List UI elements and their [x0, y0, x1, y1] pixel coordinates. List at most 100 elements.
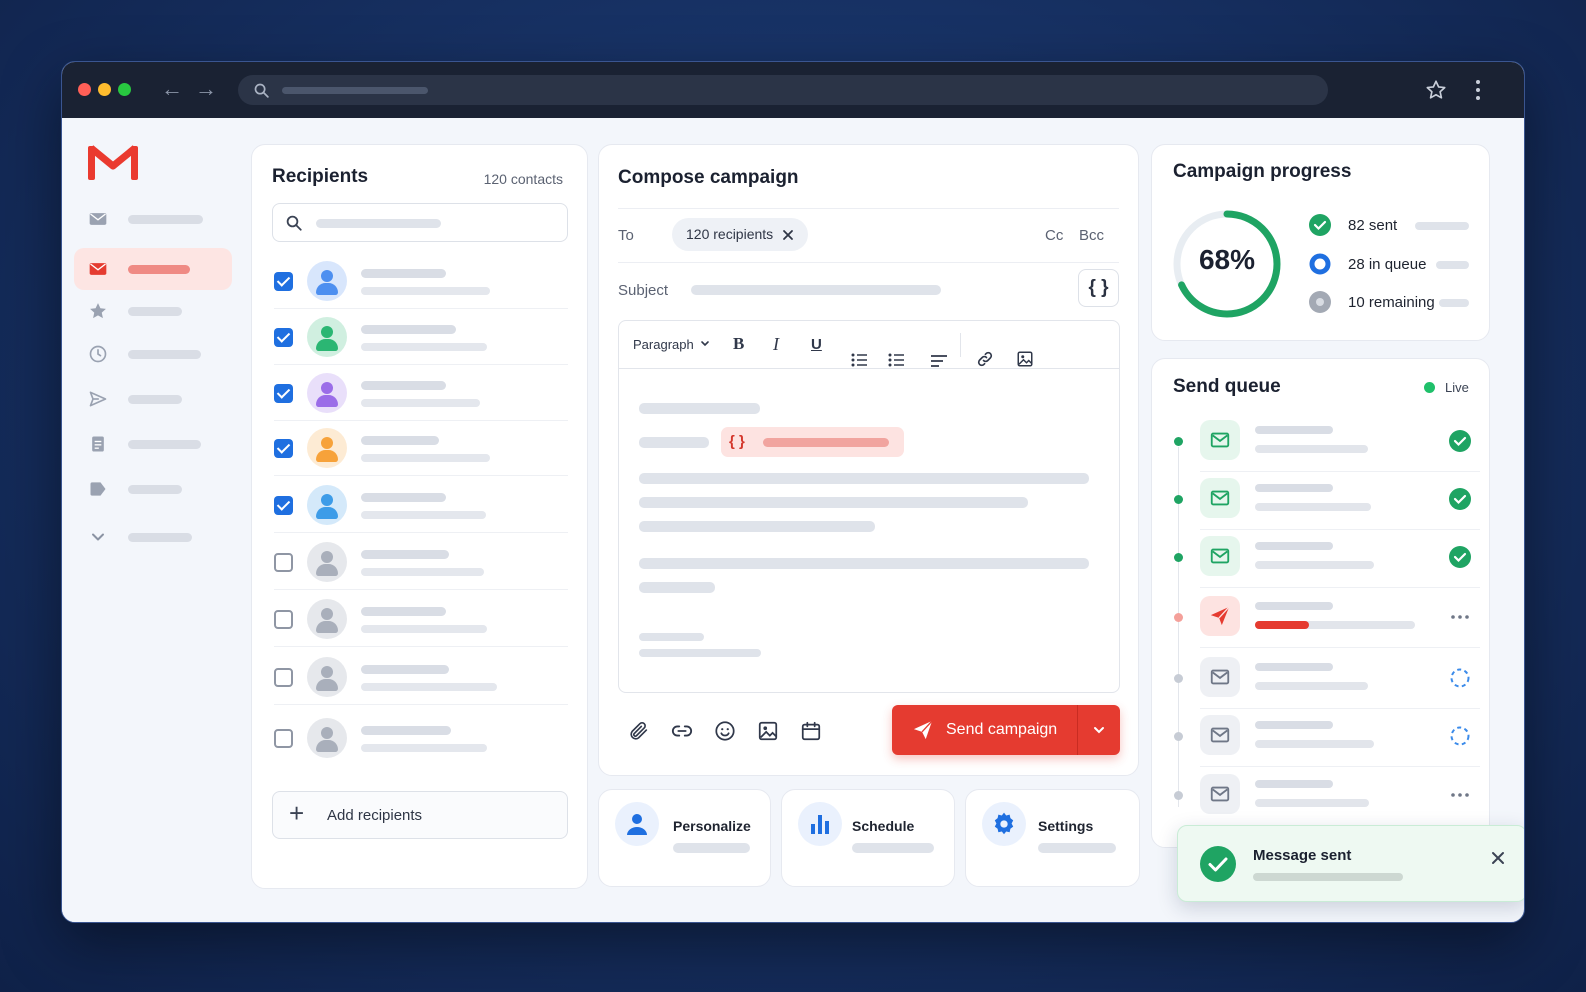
- recipient-checkbox[interactable]: [274, 729, 293, 748]
- paragraph-dropdown[interactable]: Paragraph: [633, 321, 710, 367]
- settings-card[interactable]: Settings: [965, 789, 1140, 887]
- address-bar[interactable]: [238, 75, 1328, 105]
- more-horizontal-icon: [1449, 606, 1471, 628]
- insert-variable-button[interactable]: { }: [1078, 269, 1119, 307]
- maximize-window-button[interactable]: [118, 83, 131, 96]
- recipient-checkbox[interactable]: [274, 328, 293, 347]
- sidebar-item-drafts[interactable]: [74, 423, 232, 465]
- link-icon[interactable]: [671, 720, 693, 742]
- recipient-name: [361, 665, 449, 674]
- back-arrow-icon[interactable]: ←: [161, 78, 183, 100]
- recipient-row[interactable]: [252, 259, 587, 309]
- recipient-row[interactable]: [252, 371, 587, 421]
- recipient-row[interactable]: [252, 716, 587, 760]
- calendar-icon[interactable]: [800, 720, 822, 742]
- queue-item-title: [1255, 426, 1333, 434]
- recipient-row[interactable]: [252, 597, 587, 647]
- editor-line: [639, 473, 1089, 484]
- campaign-progress-panel: Campaign progress 68% 82 sent 28 in queu…: [1151, 144, 1490, 341]
- add-recipients-button[interactable]: + Add recipients: [272, 791, 568, 839]
- queue-item[interactable]: [1152, 420, 1489, 472]
- minimize-window-button[interactable]: [98, 83, 111, 96]
- queue-item[interactable]: [1152, 536, 1489, 588]
- chevron-down-icon[interactable]: [1093, 725, 1105, 735]
- recipient-checkbox[interactable]: [274, 439, 293, 458]
- timeline-dot: [1174, 674, 1183, 683]
- recipient-row[interactable]: [252, 315, 587, 365]
- recipient-checkbox[interactable]: [274, 496, 293, 515]
- mail-icon: [1200, 715, 1240, 755]
- close-icon[interactable]: [782, 229, 794, 241]
- italic-button[interactable]: I: [773, 321, 779, 367]
- bold-button[interactable]: B: [733, 321, 744, 367]
- recipient-checkbox[interactable]: [274, 272, 293, 291]
- queue-item[interactable]: [1152, 715, 1489, 767]
- recipient-row[interactable]: [252, 426, 587, 476]
- schedule-card[interactable]: Schedule: [781, 789, 955, 887]
- send-campaign-label: Send campaign: [946, 721, 1058, 738]
- recipient-checkbox[interactable]: [274, 610, 293, 629]
- queue-item[interactable]: [1152, 774, 1489, 816]
- recipient-row[interactable]: [252, 540, 587, 590]
- close-window-button[interactable]: [78, 83, 91, 96]
- settings-label: Settings: [1038, 818, 1094, 834]
- recipient-email: [361, 287, 490, 295]
- subject-field[interactable]: [691, 285, 941, 295]
- editor-line: [639, 521, 875, 532]
- recipients-chip[interactable]: 120 recipients: [672, 218, 808, 251]
- queue-item-subtitle: [1255, 561, 1374, 569]
- recipients-chip-label: 120 recipients: [686, 226, 774, 242]
- cc-button[interactable]: Cc: [1045, 227, 1063, 244]
- sidebar-item-label: [128, 350, 201, 359]
- sidebar-item-starred[interactable]: [74, 290, 232, 332]
- recipient-row[interactable]: [252, 483, 587, 533]
- variable-tag[interactable]: { }: [721, 427, 904, 457]
- emoji-icon[interactable]: [714, 720, 736, 742]
- send-campaign-button[interactable]: Send campaign: [892, 705, 1120, 755]
- queue-item[interactable]: [1152, 657, 1489, 709]
- clock-icon: [89, 345, 107, 363]
- sidebar-item-snoozed[interactable]: [74, 333, 232, 375]
- personalize-card[interactable]: Personalize: [598, 789, 771, 887]
- mail-icon: [1200, 478, 1240, 518]
- forward-arrow-icon[interactable]: →: [195, 78, 217, 100]
- close-icon[interactable]: [1491, 851, 1505, 865]
- more-vertical-icon[interactable]: [1472, 79, 1484, 101]
- sidebar-item-label: [128, 307, 182, 316]
- recipient-name: [361, 325, 456, 334]
- search-placeholder: [316, 219, 441, 228]
- message-editor[interactable]: Paragraph B I U { }: [618, 320, 1120, 693]
- send-icon: [913, 720, 933, 740]
- bullet-list-icon[interactable]: [851, 337, 867, 383]
- star-icon[interactable]: [1425, 79, 1447, 101]
- image-icon[interactable]: [757, 720, 779, 742]
- add-recipients-label: Add recipients: [327, 807, 423, 824]
- send-icon: [1200, 596, 1240, 636]
- signature-line: [639, 633, 704, 641]
- sidebar-item-more[interactable]: [74, 516, 232, 558]
- sidebar-item-inbox[interactable]: [74, 198, 232, 240]
- bcc-button[interactable]: Bcc: [1079, 227, 1104, 244]
- sidebar-item-label: [128, 533, 192, 542]
- campaign-progress-title: Campaign progress: [1173, 161, 1352, 182]
- recipients-search-input[interactable]: [272, 203, 568, 242]
- link-icon[interactable]: [976, 336, 994, 382]
- avatar: [307, 485, 347, 525]
- sidebar-item-labels[interactable]: [74, 468, 232, 510]
- numbered-list-icon[interactable]: [888, 337, 904, 383]
- queue-item[interactable]: [1152, 478, 1489, 530]
- recipient-name: [361, 550, 449, 559]
- underline-button[interactable]: U: [811, 321, 822, 367]
- recipients-title: Recipients: [272, 166, 369, 187]
- image-icon[interactable]: [1016, 336, 1034, 382]
- sidebar-item-sent[interactable]: [74, 378, 232, 420]
- recipient-checkbox[interactable]: [274, 384, 293, 403]
- recipient-row[interactable]: [252, 655, 587, 705]
- sidebar-item-mail[interactable]: [74, 248, 232, 290]
- attachment-icon[interactable]: [628, 720, 650, 742]
- queue-item-subtitle: [1255, 445, 1368, 453]
- queue-item[interactable]: [1152, 596, 1489, 648]
- align-left-icon[interactable]: [931, 338, 947, 384]
- recipient-checkbox[interactable]: [274, 668, 293, 687]
- recipient-checkbox[interactable]: [274, 553, 293, 572]
